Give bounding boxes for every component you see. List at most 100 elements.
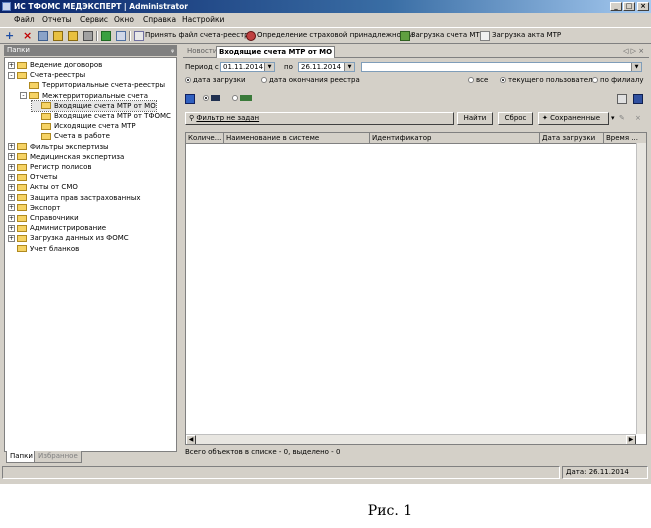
menu-help[interactable]: Справка (143, 13, 176, 26)
columns-icon[interactable] (617, 94, 627, 104)
tree-item[interactable]: + Справочники (8, 213, 79, 223)
horizontal-scrollbar[interactable]: ◀ ▶ (186, 434, 636, 444)
tree-item[interactable]: + Фильтры экспертизы (8, 142, 109, 152)
toolbar-separator (129, 31, 131, 41)
menu-settings[interactable]: Настройки (182, 13, 224, 26)
radio-view-a[interactable] (203, 93, 220, 103)
tree-item[interactable]: Счета в работе (32, 131, 110, 141)
date-to-field[interactable]: 26.11.2014 ▼ (298, 62, 355, 72)
tree-item[interactable]: + Администрирование (8, 223, 106, 233)
expand-icon[interactable]: + (8, 173, 15, 181)
radio-dot (592, 77, 598, 83)
radio-load-date[interactable]: дата загрузки (185, 75, 246, 85)
radio-all[interactable]: все (468, 75, 488, 85)
saved-filters-button[interactable]: ✦ Сохраненные (538, 112, 609, 125)
tree-item[interactable]: + Экспорт (8, 203, 60, 213)
filter-edit-icon[interactable]: ✎ (619, 113, 625, 123)
tree-item[interactable]: - Счета-реестры (8, 70, 85, 80)
tree-item[interactable]: + Отчеты (8, 172, 58, 182)
expand-icon[interactable]: + (8, 183, 15, 191)
insurance-button[interactable]: Определение страховой принадлежности (257, 30, 413, 41)
scroll-right-icon[interactable]: ▶ (626, 435, 636, 444)
reset-button[interactable]: Сброс (498, 112, 533, 125)
card-icon[interactable] (83, 31, 93, 41)
date-to-value: 26.11.2014 (301, 63, 342, 71)
filter-link[interactable]: Фильтр не задан (196, 114, 259, 122)
tree-item[interactable]: + Загрузка данных из ФОМС (8, 233, 129, 243)
col-count[interactable]: Количе... (186, 133, 224, 143)
expand-icon[interactable]: + (8, 194, 15, 202)
pin-icon[interactable]: ᵩ (171, 45, 174, 56)
filter-field[interactable]: ⚲ Фильтр не задан (185, 112, 454, 125)
tab-incoming-mtr[interactable]: Входящие счета МТР от МО (216, 46, 336, 58)
accept-file-icon (134, 31, 144, 41)
collapse-icon[interactable]: - (8, 71, 15, 79)
expand-icon[interactable]: + (8, 143, 15, 151)
load-act-button[interactable]: Загрузка акта МТР (492, 30, 561, 41)
vertical-scrollbar[interactable] (636, 143, 646, 434)
folders-tree[interactable]: + Ведение договоров - Счета-реестры Территор… (4, 57, 177, 452)
properties-icon[interactable] (38, 31, 48, 41)
folder-icon (17, 163, 27, 171)
lock-icon[interactable] (53, 31, 63, 41)
expand-icon[interactable]: + (8, 163, 15, 171)
chevron-down-icon[interactable]: ▼ (344, 63, 354, 71)
radio-current-user[interactable]: текущего пользователя (500, 75, 597, 85)
unlock-icon[interactable] (68, 31, 78, 41)
add-icon[interactable]: + (5, 30, 14, 41)
expand-icon[interactable]: + (8, 214, 15, 222)
expand-icon[interactable]: + (8, 204, 15, 212)
tree-item[interactable]: Входящие счета МТР от МО (31, 99, 157, 112)
expand-icon[interactable]: + (8, 61, 15, 69)
save-icon[interactable] (633, 94, 643, 104)
chevron-down-icon[interactable]: ▼ (631, 63, 641, 71)
tab-nav-arrows-icon[interactable]: ◁ ▷ × (623, 46, 644, 57)
tree-item[interactable]: + Регистр полисов (8, 162, 92, 172)
tree-item[interactable]: + Ведение договоров (8, 60, 102, 70)
tree-item[interactable]: Учет бланков (8, 244, 79, 254)
chevron-down-icon[interactable]: ▼ (264, 63, 274, 71)
view-mode-icon[interactable] (185, 94, 195, 104)
search-combo[interactable]: ▼ (361, 62, 642, 72)
date-from-field[interactable]: 01.11.2014 ▼ (220, 62, 275, 72)
tree-item[interactable]: + Акты от СМО (8, 182, 78, 192)
tree-item-label: Справочники (30, 214, 79, 222)
col-name[interactable]: Наименование в системе (224, 133, 370, 143)
tree-item[interactable]: Исходящие счета МТР (32, 121, 136, 131)
delete-icon[interactable]: × (23, 30, 32, 41)
radio-registry-end-date[interactable]: дата окончания реестра (261, 75, 360, 85)
expand-icon[interactable]: + (8, 234, 15, 242)
menu-reports[interactable]: Отчеты (42, 13, 72, 26)
tree-item[interactable]: + Защита прав застрахованных (8, 193, 141, 203)
filter-clear-icon[interactable]: × (635, 113, 641, 123)
tab-folders[interactable]: Папки (6, 451, 37, 463)
close-button[interactable]: × (637, 2, 649, 11)
tree-item[interactable]: Территориальные счета-реестры (20, 80, 165, 90)
tree-item[interactable]: + Медицинская экспертиза (8, 152, 124, 162)
menu-file[interactable]: Файл (14, 13, 35, 26)
expand-icon[interactable]: + (8, 153, 15, 161)
maximize-button[interactable]: □ (623, 2, 635, 11)
minimize-button[interactable]: _ (610, 2, 622, 11)
accept-file-button[interactable]: Принять файл счета-реестра (145, 30, 253, 41)
menu-service[interactable]: Сервис (80, 13, 108, 26)
col-time[interactable]: Время ... (604, 133, 646, 143)
expand-icon[interactable]: + (8, 224, 15, 232)
objects-table[interactable]: Количе... Наименование в системе Идентиф… (185, 132, 647, 445)
refresh-icon[interactable] (101, 31, 111, 41)
load-mtr-button[interactable]: Загрузка счета МТР (411, 30, 484, 41)
scroll-left-icon[interactable]: ◀ (186, 435, 196, 444)
collapse-icon[interactable]: - (20, 92, 27, 100)
tree-item[interactable]: Входящие счета МТР от ТФОМС (32, 111, 171, 121)
find-button[interactable]: Найти (457, 112, 493, 125)
tree-item[interactable]: - Межтерриториальные счета (20, 91, 148, 101)
saved-dropdown-icon[interactable]: ▾ (611, 113, 615, 123)
menu-window[interactable]: Окно (114, 13, 134, 26)
radio-branch[interactable]: по филиалу (592, 75, 644, 85)
col-load-date[interactable]: Дата загрузки (540, 133, 604, 143)
col-identifier[interactable]: Идентификатор (370, 133, 540, 143)
radio-view-b[interactable] (232, 93, 252, 103)
tab-favorites[interactable]: Избранное (34, 451, 82, 463)
copy-icon[interactable] (116, 31, 126, 41)
tab-news[interactable]: Новости (187, 46, 217, 57)
